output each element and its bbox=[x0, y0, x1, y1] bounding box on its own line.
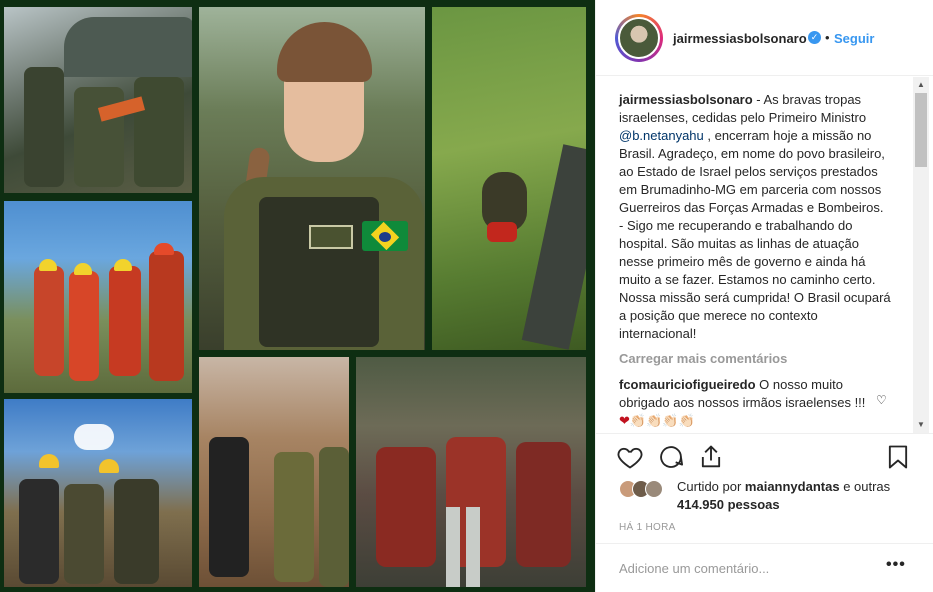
caption-text-2: , encerram hoje a missão no Brasil. Agra… bbox=[619, 128, 891, 341]
photo-helicopter-crew bbox=[356, 357, 586, 587]
comment-username[interactable]: fcomauriciofigueiredo bbox=[619, 377, 756, 392]
add-comment-bar: Adicione um comentário... ••• bbox=[596, 543, 933, 592]
liked-by-prefix: Curtido por bbox=[677, 479, 745, 494]
liked-by-mid: e outras bbox=[839, 479, 891, 494]
scroll-down-arrow-icon[interactable]: ▼ bbox=[913, 417, 929, 433]
likes-count-link[interactable]: 414.950 pessoas bbox=[677, 497, 780, 512]
post-caption: jairmessiasbolsonaro - As bravas tropas … bbox=[619, 91, 891, 343]
post-timestamp[interactable]: HÁ 1 HORA bbox=[619, 522, 676, 533]
liker-avatar[interactable] bbox=[645, 480, 663, 498]
comment-bubble-icon[interactable] bbox=[657, 443, 685, 471]
photo-mud-search bbox=[199, 357, 349, 587]
load-more-comments-button[interactable]: Carregar mais comentários bbox=[619, 351, 787, 366]
more-options-icon[interactable]: ••• bbox=[886, 556, 906, 574]
scroll-thumb[interactable] bbox=[915, 93, 927, 167]
likes-summary: Curtido por maiannydantas e outras 414.9… bbox=[619, 478, 919, 514]
post-sidebar: jairmessiasbolsonaro ✓ • Seguir jairmess… bbox=[595, 0, 933, 592]
scroll-up-arrow-icon[interactable]: ▲ bbox=[913, 77, 929, 93]
photo-firefighters bbox=[4, 201, 192, 393]
caption-username[interactable]: jairmessiasbolsonaro bbox=[619, 92, 753, 107]
post-header: jairmessiasbolsonaro ✓ • Seguir bbox=[596, 0, 933, 76]
comment-like-heart-icon[interactable]: ♡ bbox=[876, 393, 887, 407]
liked-by-user-link[interactable]: maiannydantas bbox=[745, 479, 840, 494]
comment-input[interactable]: Adicione um comentário... bbox=[619, 561, 769, 576]
share-icon[interactable] bbox=[697, 443, 725, 471]
post-image[interactable] bbox=[0, 0, 595, 592]
bookmark-icon[interactable] bbox=[884, 443, 912, 471]
story-ring[interactable] bbox=[615, 14, 663, 62]
avatar[interactable] bbox=[618, 17, 660, 59]
photo-helicopter-rescue bbox=[4, 7, 192, 193]
comments-area[interactable]: jairmessiasbolsonaro - As bravas tropas … bbox=[596, 77, 933, 434]
follow-button[interactable]: Seguir bbox=[834, 31, 874, 46]
comment-item: fcomauriciofigueiredo O nosso muito obri… bbox=[619, 376, 869, 430]
heart-icon[interactable] bbox=[616, 443, 644, 471]
separator-dot: • bbox=[825, 30, 830, 45]
action-bar bbox=[596, 434, 933, 474]
photo-aerial-rescue bbox=[432, 7, 586, 350]
mention-link[interactable]: @b.netanyahu bbox=[619, 128, 704, 143]
comments-scrollbar[interactable]: ▲ ▼ bbox=[913, 77, 929, 433]
liked-by-text: Curtido por maiannydantas e outras 414.9… bbox=[677, 478, 917, 514]
photo-soldier-portrait bbox=[199, 7, 425, 350]
comment-emoji: ❤👏🏻👏🏻👏🏻👏🏻 bbox=[619, 413, 695, 428]
verified-badge-icon: ✓ bbox=[808, 31, 821, 44]
photo-rescue-team bbox=[4, 399, 192, 587]
username-link[interactable]: jairmessiasbolsonaro bbox=[673, 31, 807, 46]
